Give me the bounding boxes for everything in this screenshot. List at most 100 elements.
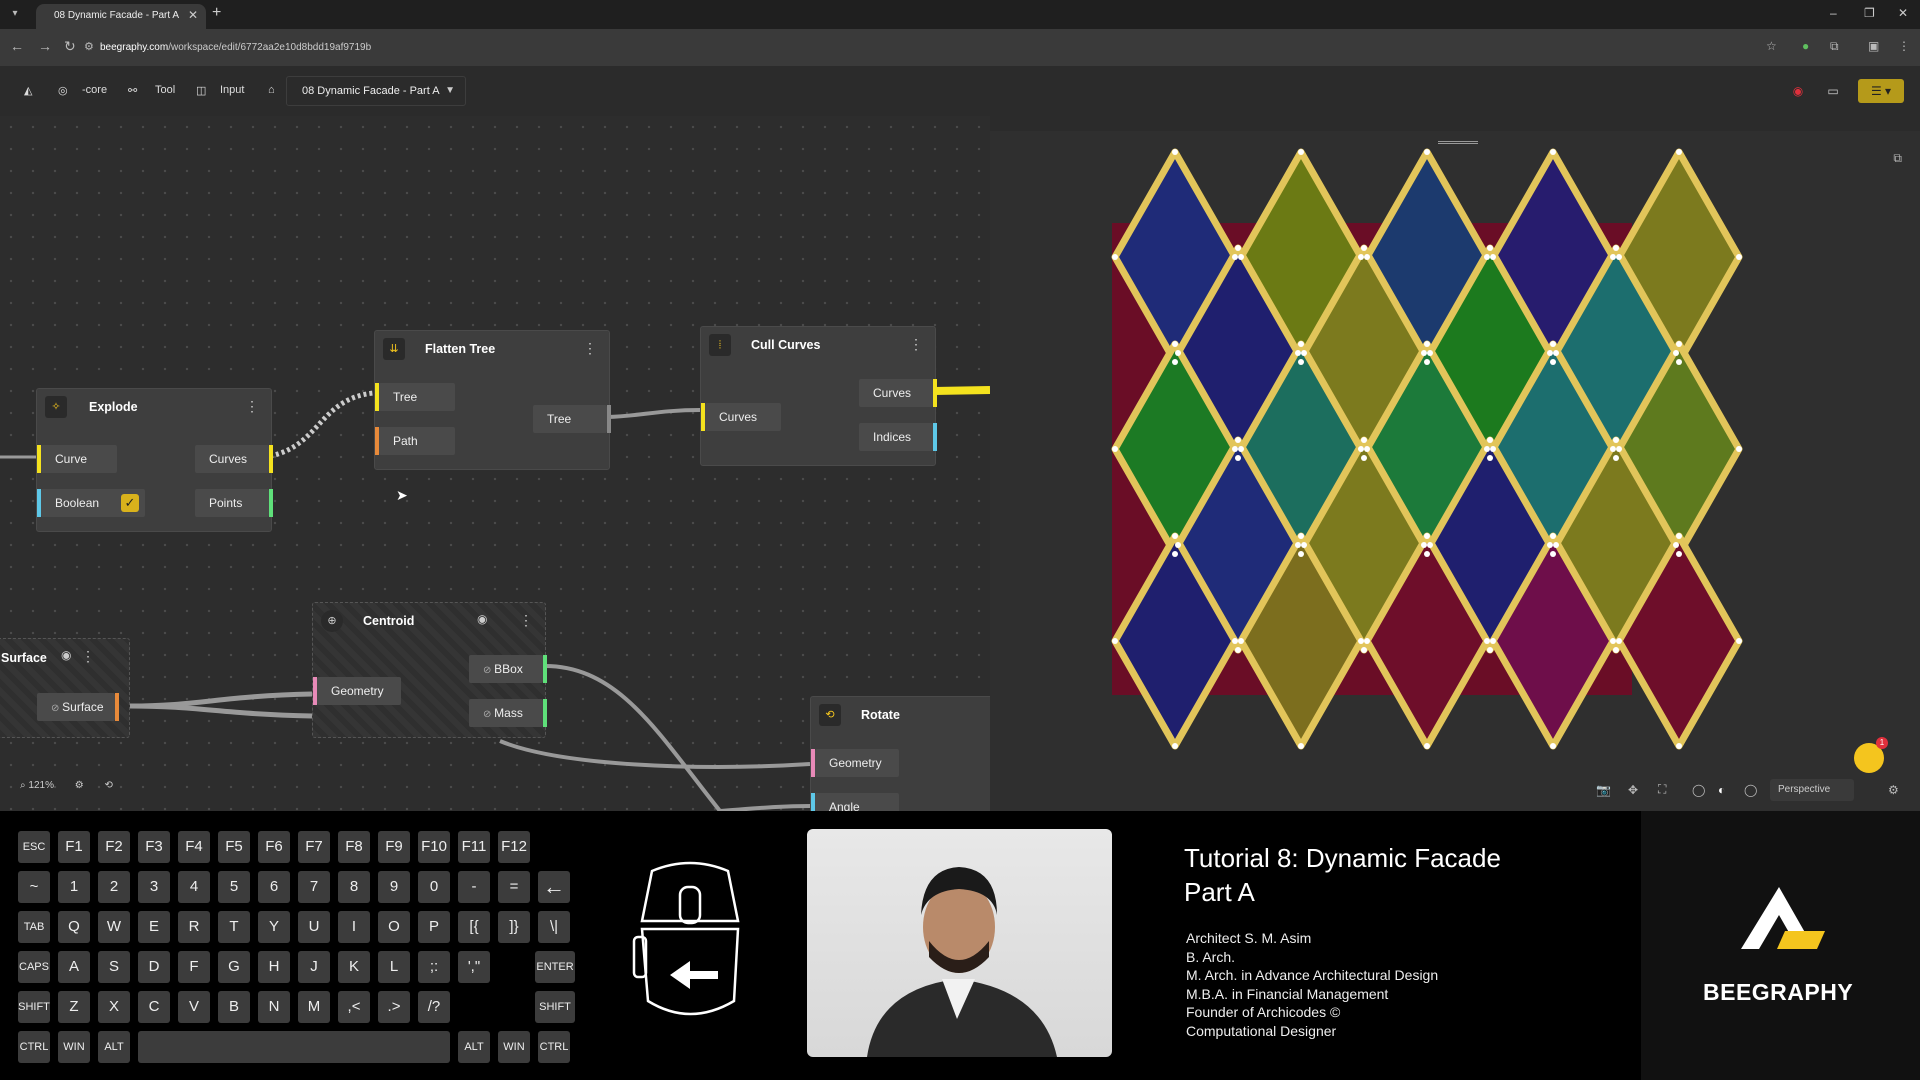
orbit-icon[interactable]: ✥ xyxy=(1628,783,1638,797)
project-dropdown[interactable]: 08 Dynamic Facade - Part A ▼ xyxy=(286,76,466,106)
node-menu-icon[interactable]: ⋮ xyxy=(245,398,259,415)
new-tab-icon[interactable]: + xyxy=(212,4,221,22)
zoom-icon[interactable]: ⌕ xyxy=(20,780,26,791)
restore-icon[interactable]: ❐ xyxy=(1864,6,1875,20)
node-menu-icon[interactable]: ⋮ xyxy=(519,612,533,629)
extension-g-icon[interactable]: ● xyxy=(1802,39,1809,53)
node-menu-icon[interactable]: ⋮ xyxy=(583,340,597,357)
port-tree-out[interactable]: Tree xyxy=(533,405,607,433)
port-points-out[interactable]: Points xyxy=(195,489,269,517)
back-icon[interactable]: ← xyxy=(10,38,24,54)
port-curve[interactable]: Curve xyxy=(41,445,117,473)
output-pin[interactable] xyxy=(607,405,611,433)
key: N xyxy=(258,991,290,1023)
address-bar[interactable]: beegraphy.com/workspace/edit/6772aa2e10d… xyxy=(100,42,371,53)
node-surface[interactable]: Surface ◉ ⋮ ⊘ Surface xyxy=(0,638,130,738)
port-tree-in[interactable]: Tree xyxy=(379,383,455,411)
port-curves-out[interactable]: Curves xyxy=(195,445,269,473)
site-info-icon[interactable]: ⚙ xyxy=(84,40,94,53)
facade-node xyxy=(1175,542,1181,548)
port-curves-in[interactable]: Curves xyxy=(705,403,781,431)
forward-icon[interactable]: → xyxy=(38,38,52,54)
key: D xyxy=(138,951,170,983)
fit-view-icon[interactable]: ⛶ xyxy=(1658,782,1666,797)
facade-node xyxy=(1676,149,1682,155)
record-icon[interactable]: ◉ xyxy=(1786,79,1810,103)
projection-select[interactable]: Perspective xyxy=(1770,779,1854,801)
minimize-icon[interactable]: – xyxy=(1830,6,1837,20)
boolean-checkbox[interactable]: ✓ xyxy=(121,494,139,512)
shading-solid-icon[interactable]: ◐ xyxy=(1718,783,1725,797)
facade-node xyxy=(1547,542,1553,548)
visibility-eye-icon[interactable]: ◉ xyxy=(477,612,487,626)
node-explode[interactable]: ✧ Explode ⋮ Curve Boolean ✓ Curves Point… xyxy=(36,388,273,532)
key: WIN xyxy=(58,1031,90,1063)
node-header[interactable]: ✧ Explode ⋮ xyxy=(37,389,271,425)
graph-settings-icon[interactable]: ⚙ xyxy=(75,780,84,791)
key: 3 xyxy=(138,871,170,903)
url-host: beegraphy.com xyxy=(100,42,169,53)
output-pin[interactable] xyxy=(543,655,547,683)
graph-zoom-controls: ⌕ 121% ⚙ ⟲ xyxy=(20,780,113,791)
output-pin[interactable] xyxy=(269,489,273,517)
node-header[interactable]: ⊕ Centroid ◉ ⋮ xyxy=(313,603,545,639)
3d-viewport[interactable]: ⧉ 1 📷 ✥ ⛶ ◯ ◐ ◯ Perspective ⚙ xyxy=(990,131,1920,811)
facade-node xyxy=(1427,350,1433,356)
credit-line: Founder of Archicodes © xyxy=(1186,1004,1341,1020)
tool-button[interactable]: Tool xyxy=(155,84,175,96)
port-bbox-out[interactable]: ⊘ BBox xyxy=(469,655,543,683)
reload-icon[interactable]: ↻ xyxy=(64,38,76,55)
bookmark-star-icon[interactable]: ☆ xyxy=(1766,39,1777,53)
panel-toggle-icon[interactable]: ☰ ▾ xyxy=(1858,79,1904,103)
key: O xyxy=(378,911,410,943)
profile-icon[interactable]: ▣ xyxy=(1868,39,1879,53)
port-mass-out[interactable]: ⊘ Mass xyxy=(469,699,543,727)
node-menu-icon[interactable]: ⋮ xyxy=(909,336,923,353)
zoom-level[interactable]: 121% xyxy=(28,780,54,791)
extensions-icon[interactable]: ⧉ xyxy=(1830,39,1839,54)
node-header[interactable]: ⇊ Flatten Tree ⋮ xyxy=(375,331,609,367)
window-close-icon[interactable]: ✕ xyxy=(1898,6,1908,20)
node-graph-canvas[interactable]: ✧ Explode ⋮ Curve Boolean ✓ Curves Point… xyxy=(0,116,1000,821)
browser-tab[interactable]: 08 Dynamic Facade - Part A ✕ xyxy=(36,4,206,29)
shading-wire-icon[interactable]: ◯ xyxy=(1692,783,1705,797)
node-header[interactable]: ⟲ Rotate xyxy=(811,697,999,733)
shading-ghost-icon[interactable]: ◯ xyxy=(1744,783,1757,797)
graph-reset-icon[interactable]: ⟲ xyxy=(105,780,113,791)
input-button[interactable]: Input xyxy=(220,84,244,96)
output-pin[interactable] xyxy=(933,379,937,407)
key: - xyxy=(458,871,490,903)
node-cull-curves[interactable]: ⦙ Cull Curves ⋮ Curves Curves Indices xyxy=(700,326,937,466)
output-pin[interactable] xyxy=(115,693,119,721)
camera-icon[interactable]: 📷 xyxy=(1596,783,1611,797)
facade-node xyxy=(1238,254,1244,260)
input-icon[interactable]: ◫ xyxy=(196,84,206,97)
node-rotate[interactable]: ⟲ Rotate Geometry Angle xyxy=(810,696,1000,821)
core-button[interactable]: -core xyxy=(82,84,107,96)
project-icon: ⌂ xyxy=(268,84,275,96)
port-geometry-in[interactable]: Geometry xyxy=(317,677,401,705)
node-menu-icon[interactable]: ⋮ xyxy=(81,648,95,665)
tab-list-icon[interactable]: ▾ xyxy=(6,5,24,23)
visibility-eye-icon[interactable]: ◉ xyxy=(61,648,71,662)
node-flatten-tree[interactable]: ⇊ Flatten Tree ⋮ Tree Path Tree xyxy=(374,330,611,470)
tab-close-icon[interactable]: ✕ xyxy=(188,8,198,22)
node-header[interactable]: ⦙ Cull Curves ⋮ xyxy=(701,327,935,363)
output-pin[interactable] xyxy=(543,699,547,727)
port-geometry-in[interactable]: Geometry xyxy=(815,749,899,777)
port-surface-out[interactable]: ⊘ Surface xyxy=(37,693,115,721)
flatten-icon: ⇊ xyxy=(383,338,405,360)
node-centroid[interactable]: ⊕ Centroid ◉ ⋮ Geometry ⊘ BBox ⊘ Mass xyxy=(312,602,547,738)
tool-icon[interactable]: ⚯ xyxy=(128,84,137,97)
port-curves-out[interactable]: Curves xyxy=(859,379,933,407)
viewport-settings-icon[interactable]: ⚙ xyxy=(1888,783,1899,797)
output-pin[interactable] xyxy=(933,423,937,451)
port-path-in[interactable]: Path xyxy=(379,427,455,455)
port-indices-out[interactable]: Indices xyxy=(859,423,933,451)
browser-menu-icon[interactable]: ⋮ xyxy=(1898,39,1910,53)
output-pin[interactable] xyxy=(269,445,273,473)
core-icon[interactable]: ◎ xyxy=(58,84,68,97)
beegraphy-logo-icon[interactable]: ◭ xyxy=(24,84,32,97)
comments-icon[interactable]: ▭ xyxy=(1821,79,1845,103)
facade-node xyxy=(1112,446,1118,452)
